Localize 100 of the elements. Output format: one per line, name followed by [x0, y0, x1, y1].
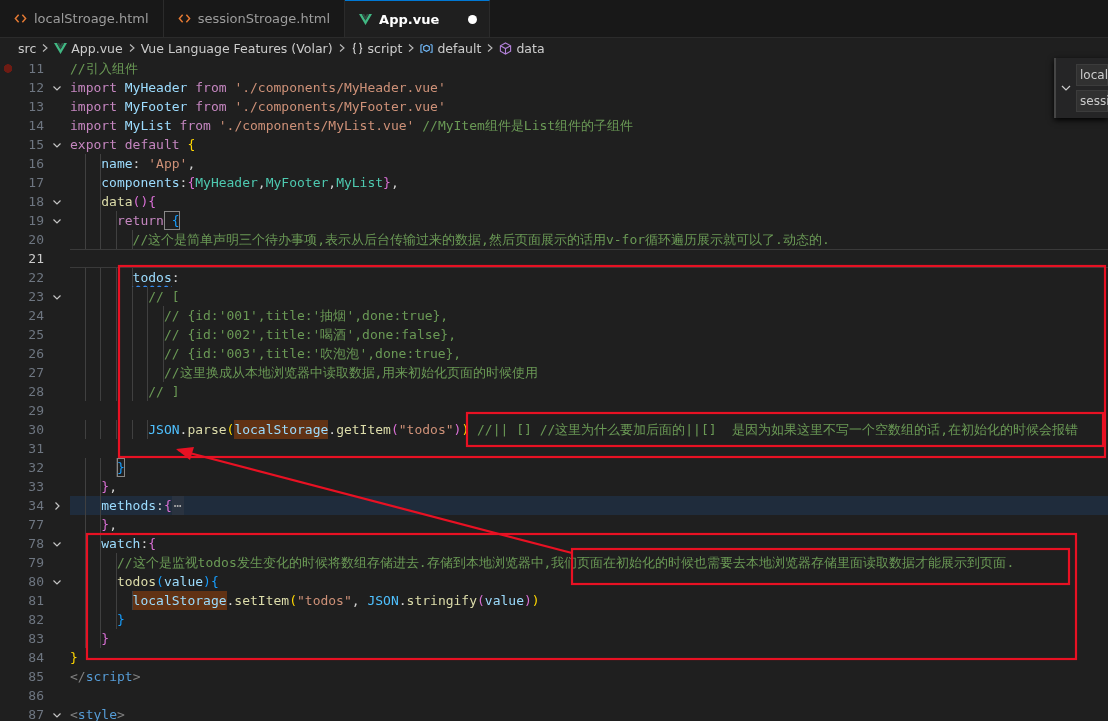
code-brackets-icon — [177, 12, 191, 25]
code-token: > — [132, 668, 141, 686]
line-number: 34 — [27, 498, 44, 513]
line-number: 22 — [27, 270, 44, 285]
line-number: 14 — [27, 118, 44, 133]
module-icon — [420, 41, 434, 55]
code-token: { — [163, 211, 180, 230]
line-number: 86 — [27, 688, 44, 703]
code-token: todos — [132, 269, 172, 287]
line-number: 33 — [27, 479, 44, 494]
code-token: JSON — [366, 592, 399, 610]
breadcrumb-item[interactable]: data — [516, 40, 545, 56]
code-token: () — [132, 193, 149, 211]
line-number: 20 — [27, 232, 44, 247]
line-number: 26 — [27, 346, 44, 361]
code-token: MyFooter — [123, 98, 189, 116]
code-token: style — [77, 706, 117, 721]
line-number: 83 — [27, 631, 44, 646]
line-number: 78 — [27, 536, 44, 551]
breadcrumb-item[interactable]: script — [367, 40, 403, 56]
code-token: ) — [531, 592, 540, 610]
code-token: } — [101, 516, 110, 534]
line-number: 25 — [27, 327, 44, 342]
code-token: { — [210, 573, 219, 591]
line-number: 87 — [27, 707, 44, 721]
code-token: MyFooter — [265, 174, 329, 192]
code-token: './components/MyHeader.vue' — [233, 79, 446, 97]
code-brackets-icon — [14, 12, 27, 25]
code-token: parse — [187, 421, 227, 439]
line-number: 15 — [27, 137, 44, 152]
code-token: import — [70, 117, 117, 135]
line-number: 29 — [27, 403, 44, 418]
code-token: './components/MyFooter.vue' — [233, 98, 446, 116]
code-token: : — [156, 497, 164, 515]
breadcrumb-item[interactable]: default — [437, 40, 482, 56]
code-token: ) — [203, 573, 211, 591]
breadcrumb-item[interactable]: Vue Language Features (Volar) — [140, 40, 333, 56]
code-token: MyList — [336, 174, 384, 192]
code-token: , — [390, 174, 399, 192]
line-number: 21 — [27, 251, 44, 266]
code-token: : — [140, 535, 149, 553]
code-token: JSON — [148, 421, 180, 439]
line-number: 18 — [27, 194, 44, 209]
code-comment: // [ — [148, 288, 180, 306]
input-field[interactable]: sessi — [1076, 90, 1108, 112]
code-token: export default — [70, 136, 180, 154]
code-token: 'App' — [147, 155, 188, 173]
line-number: 77 — [27, 517, 44, 532]
line-number: 16 — [27, 156, 44, 171]
code-token: , — [328, 174, 337, 192]
code-token: { — [148, 193, 157, 211]
code-token: ( — [390, 421, 399, 439]
line-number: 80 — [27, 574, 44, 589]
line-number: 19 — [27, 213, 44, 228]
line-number: 23 — [27, 289, 44, 304]
vue-logo-icon — [359, 12, 373, 26]
input-field[interactable]: local — [1076, 64, 1108, 86]
code-comment: //|| [] //这里为什么要加后面的||[] 是因为如果这里不写一个空数组的话,在初始化的时候会报错 — [476, 421, 1079, 439]
code-token: : — [171, 269, 180, 287]
code-token: value — [163, 573, 204, 591]
code-token: "todos" — [398, 421, 454, 439]
code-token: , — [187, 155, 196, 173]
code-token: , — [257, 174, 266, 192]
code-token: : — [179, 174, 188, 192]
cube-icon — [499, 41, 513, 55]
code-token: MyList — [123, 117, 173, 135]
code-token: . — [398, 592, 407, 610]
line-number: 13 — [27, 99, 44, 114]
code-comment: //这里换成从本地浏览器中读取数据,用来初始化页面的时候使用 — [163, 364, 539, 382]
code-token: setItem — [234, 592, 290, 610]
code-token: return — [116, 212, 164, 230]
code-token: import — [70, 98, 117, 116]
line-number: 32 — [27, 460, 44, 475]
code-token: localStorage — [132, 591, 227, 610]
code-token: , — [351, 592, 360, 610]
line-number: 82 — [27, 612, 44, 627]
breadcrumb-item[interactable]: App.vue — [71, 40, 123, 56]
folded-ellipsis[interactable]: ⋯ — [171, 496, 184, 515]
code-token: name — [101, 155, 133, 173]
editor-tab[interactable]: App.vue — [345, 0, 491, 37]
code-token: { — [163, 497, 172, 515]
code-token: > — [116, 706, 125, 721]
code-token: ( — [226, 421, 235, 439]
code-token: todos — [116, 573, 157, 591]
line-number: 24 — [27, 308, 44, 323]
code-token: ( — [477, 592, 485, 610]
line-number: 27 — [27, 365, 44, 380]
code-token: . — [328, 421, 337, 439]
code-comment: //MyItem组件是List组件的子组件 — [421, 117, 634, 135]
code-token: } — [101, 478, 110, 496]
code-token: components — [101, 174, 180, 192]
line-number: 81 — [27, 593, 44, 608]
code-comment: // {id:'003',title:'吹泡泡',done:true}, — [163, 345, 462, 363]
line-number: 28 — [27, 384, 44, 399]
breadcrumb-item[interactable]: src — [18, 40, 37, 56]
code-token: : — [132, 155, 141, 173]
code-token: from — [195, 98, 227, 116]
code-token: script — [85, 668, 133, 686]
code-token: < — [70, 706, 78, 721]
code-token: , — [109, 478, 117, 496]
